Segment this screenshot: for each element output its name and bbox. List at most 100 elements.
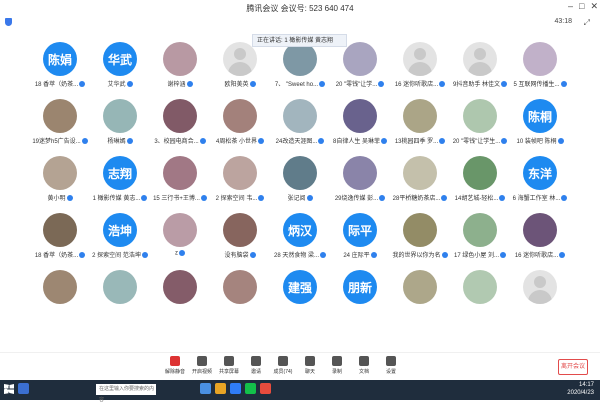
- participant-tile[interactable]: 14胡艺城-轻松...: [450, 156, 510, 210]
- toolbar-item-members[interactable]: 成员(74): [270, 356, 296, 375]
- participant-tile[interactable]: z: [150, 213, 210, 267]
- participant-tile[interactable]: 东洋 6 海蟹工作室 林...: [510, 156, 570, 210]
- mic-muted-icon: [186, 81, 193, 88]
- participant-label: z: [175, 250, 178, 257]
- shield-icon[interactable]: [5, 18, 12, 26]
- system-tray: 14:17 2020/4/23: [567, 381, 594, 397]
- taskview-icon[interactable]: [18, 383, 29, 394]
- participant-tile[interactable]: [450, 270, 510, 324]
- participant-tile[interactable]: 28平桥糖奶茶店...: [390, 156, 450, 210]
- participant-tile[interactable]: 际平 24 庄际平: [330, 213, 390, 267]
- participant-tile[interactable]: 16 迷你听歌店...: [390, 42, 450, 96]
- mic-muted-icon: [381, 138, 387, 145]
- participant-tile[interactable]: 谢梓涵: [150, 42, 210, 96]
- participant-tile[interactable]: 朋新: [330, 270, 390, 324]
- participant-tile[interactable]: 炳汉 28 天然食物 梁...: [270, 213, 330, 267]
- participant-tile[interactable]: 29烧逸传媒 彭...: [330, 156, 390, 210]
- tencent-meeting-icon[interactable]: [230, 383, 241, 394]
- wechat-icon[interactable]: [245, 383, 256, 394]
- avatar: [343, 42, 377, 76]
- close-button[interactable]: ✕: [590, 1, 598, 12]
- participant-tile[interactable]: 我的世界以你为名: [390, 213, 450, 267]
- participant-tile[interactable]: 浩坤 2 探索空间 范浩坤: [90, 213, 150, 267]
- participant-tile[interactable]: 20 "零钱"让学生...: [450, 99, 510, 153]
- avatar: [223, 270, 257, 304]
- participant-name: z: [150, 250, 210, 257]
- participant-label: 28 天然食物 梁...: [273, 253, 319, 259]
- participant-tile[interactable]: [390, 270, 450, 324]
- avatar: [523, 213, 557, 247]
- participant-name: 20 "零钱"让学生...: [450, 136, 510, 145]
- avatar: [103, 270, 137, 304]
- participant-tile[interactable]: 陈桐 10 装帧吧 陈桐: [510, 99, 570, 153]
- avatar: [223, 156, 257, 190]
- participant-name: 2 探索空间 韦...: [210, 193, 270, 202]
- participant-label: 黄小明: [47, 196, 66, 202]
- toolbar-item-chat[interactable]: 聊天: [297, 356, 323, 375]
- edge-icon[interactable]: [200, 383, 211, 394]
- participant-tile[interactable]: 2 探索空间 韦...: [210, 156, 270, 210]
- participant-tile[interactable]: 13桃园四季 罗...: [390, 99, 450, 153]
- participant-tile[interactable]: 20 "零钱"让学...: [330, 42, 390, 96]
- app-icon[interactable]: [260, 383, 271, 394]
- participant-tile[interactable]: [210, 270, 270, 324]
- avatar: 陈娟: [43, 42, 77, 76]
- participant-tile[interactable]: 张记阅: [270, 156, 330, 210]
- participant-tile[interactable]: [90, 270, 150, 324]
- participant-tile[interactable]: 志翔 1 橄影传媒 黄志...: [90, 156, 150, 210]
- toolbar-item-video[interactable]: 开启视频: [189, 356, 215, 375]
- minimize-button[interactable]: –: [568, 1, 573, 12]
- participant-tile[interactable]: 5 互联网传播生...: [510, 42, 570, 96]
- participant-tile[interactable]: 欧阳美英: [210, 42, 270, 96]
- mic-muted-icon: [500, 252, 506, 259]
- participant-label: 没有脑袋: [224, 253, 249, 259]
- participant-tile[interactable]: [150, 270, 210, 324]
- participant-tile[interactable]: 3、校园电商合...: [150, 99, 210, 153]
- participant-label: 18 香苹（奶茶...: [34, 253, 79, 259]
- mic-muted-icon: [499, 195, 506, 202]
- toolbar-label: 解除静音: [164, 369, 185, 375]
- toolbar-item-mic[interactable]: 解除静音: [162, 356, 188, 375]
- participant-tile[interactable]: 4周松茶 小世界: [210, 99, 270, 153]
- participant-tile[interactable]: 黄小明: [30, 156, 90, 210]
- participant-tile[interactable]: [510, 270, 570, 324]
- toolbar-item-settings[interactable]: 设置: [378, 356, 404, 375]
- toolbar-item-document[interactable]: 文档: [351, 356, 377, 375]
- participant-tile[interactable]: [30, 270, 90, 324]
- leave-meeting-button[interactable]: 离开会议: [558, 359, 588, 375]
- mic-muted-icon: [249, 252, 256, 259]
- participant-tile[interactable]: 9抖音助手 林佳文: [450, 42, 510, 96]
- participant-label: 我的世界以你为名: [392, 253, 441, 259]
- participant-tile[interactable]: 8自律人生 吴琳菲: [330, 99, 390, 153]
- avatar: [163, 99, 197, 133]
- participant-tile[interactable]: 17 绿色小屋 刘...: [450, 213, 510, 267]
- windows-taskbar: [0, 380, 600, 400]
- mic-muted-icon: [179, 250, 185, 256]
- toolbar-item-invite[interactable]: 邀请: [243, 356, 269, 375]
- avatar: [463, 42, 497, 76]
- participant-tile[interactable]: 16 迷你听歌店...: [510, 213, 570, 267]
- toolbar-item-share-screen[interactable]: 共享屏幕: [216, 356, 242, 375]
- participant-tile[interactable]: 陈娟 18 香苹（奶茶...: [30, 42, 90, 96]
- participant-label: 1 橄影传媒 黄志...: [92, 196, 141, 202]
- participant-tile[interactable]: 18 香苹（奶茶...: [30, 213, 90, 267]
- maximize-button[interactable]: □: [579, 1, 584, 12]
- mic-muted-icon: [439, 81, 446, 88]
- toolbar-item-record[interactable]: 录制: [324, 356, 350, 375]
- avatar: 东洋: [523, 156, 557, 190]
- windows-start-icon[interactable]: [4, 384, 14, 394]
- mic-muted-icon: [370, 252, 377, 259]
- participant-tile[interactable]: 没有脑袋: [210, 213, 270, 267]
- participant-label: 24改造天涯图...: [275, 139, 318, 145]
- fullscreen-icon[interactable]: ⤢: [584, 18, 590, 28]
- participant-tile[interactable]: 19迷梦h5广告设...: [30, 99, 90, 153]
- participant-tile[interactable]: 建强: [270, 270, 330, 324]
- participant-tile[interactable]: 杨琳嫣: [90, 99, 150, 153]
- participant-tile[interactable]: 24改造天涯图...: [270, 99, 330, 153]
- folder-icon[interactable]: [215, 383, 226, 394]
- participant-tile[interactable]: 15 三行书+王博...: [150, 156, 210, 210]
- taskbar-search[interactable]: 在这里输入你要搜索的内容: [96, 384, 156, 403]
- participant-tile[interactable]: 7、 "Sweet ho...: [270, 42, 330, 96]
- participant-label: 13桃园四季 罗...: [394, 139, 439, 145]
- participant-tile[interactable]: 华武 艾华武: [90, 42, 150, 96]
